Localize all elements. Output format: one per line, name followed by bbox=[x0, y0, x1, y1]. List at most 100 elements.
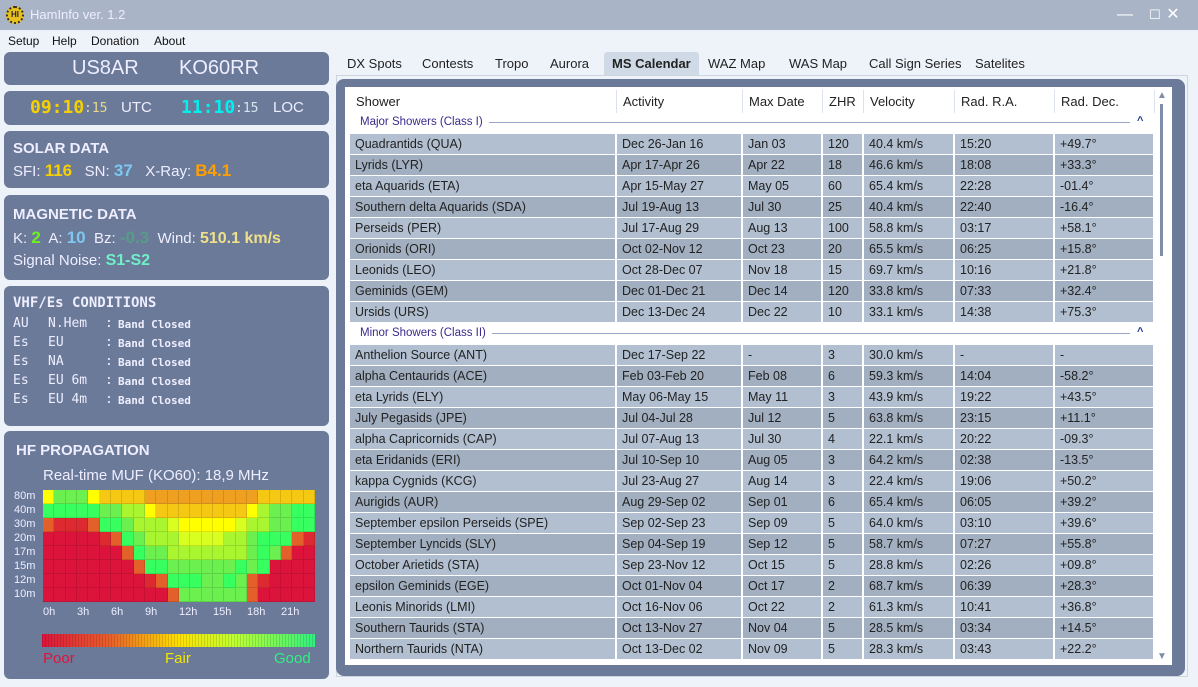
table-cell-max-date[interactable]: Dec 22 bbox=[743, 302, 821, 322]
table-cell-max-date[interactable]: Aug 14 bbox=[743, 471, 821, 491]
table-cell-velocity[interactable]: 28.5 km/s bbox=[864, 618, 953, 638]
table-cell-velocity[interactable]: 40.4 km/s bbox=[864, 134, 953, 154]
table-cell-activity[interactable]: Dec 01-Dec 21 bbox=[617, 281, 741, 301]
table-cell-rad-dec[interactable]: +14.5° bbox=[1055, 618, 1153, 638]
table-cell-velocity[interactable]: 40.4 km/s bbox=[864, 197, 953, 217]
table-cell-max-date[interactable]: Nov 04 bbox=[743, 618, 821, 638]
tab-waz-map[interactable]: WAZ Map bbox=[700, 52, 773, 75]
table-cell-activity[interactable]: Sep 04-Sep 19 bbox=[617, 534, 741, 554]
table-cell-rad-ra[interactable]: 20:22 bbox=[955, 429, 1053, 449]
table-cell-rad-ra[interactable]: 03:43 bbox=[955, 639, 1053, 659]
table-cell-rad-ra[interactable]: 03:34 bbox=[955, 618, 1053, 638]
column-header-2[interactable]: Max Date bbox=[743, 90, 823, 113]
table-cell-zhr[interactable]: 100 bbox=[823, 218, 862, 238]
table-cell-shower[interactable]: Southern Taurids (STA) bbox=[350, 618, 615, 638]
table-cell-shower[interactable]: alpha Centaurids (ACE) bbox=[350, 366, 615, 386]
table-cell-velocity[interactable]: 43.9 km/s bbox=[864, 387, 953, 407]
table-cell-rad-dec[interactable]: +11.1° bbox=[1055, 408, 1153, 428]
table-cell-rad-dec[interactable]: +39.6° bbox=[1055, 513, 1153, 533]
table-cell-shower[interactable]: Geminids (GEM) bbox=[350, 281, 615, 301]
table-cell-shower[interactable]: Anthelion Source (ANT) bbox=[350, 345, 615, 365]
table-cell-rad-ra[interactable]: 06:39 bbox=[955, 576, 1053, 596]
table-cell-rad-ra[interactable]: 03:17 bbox=[955, 218, 1053, 238]
table-cell-shower[interactable]: epsilon Geminids (EGE) bbox=[350, 576, 615, 596]
column-header-0[interactable]: Shower bbox=[350, 90, 617, 113]
table-cell-rad-ra[interactable]: 14:38 bbox=[955, 302, 1053, 322]
table-cell-zhr[interactable]: 4 bbox=[823, 429, 862, 449]
table-cell-zhr[interactable]: 18 bbox=[823, 155, 862, 175]
table-cell-rad-dec[interactable]: +75.3° bbox=[1055, 302, 1153, 322]
table-cell-shower[interactable]: Perseids (PER) bbox=[350, 218, 615, 238]
table-cell-rad-ra[interactable]: 02:38 bbox=[955, 450, 1053, 470]
table-cell-zhr[interactable]: 120 bbox=[823, 134, 862, 154]
table-cell-velocity[interactable]: 28.3 km/s bbox=[864, 639, 953, 659]
table-cell-activity[interactable]: Jul 17-Aug 29 bbox=[617, 218, 741, 238]
table-cell-activity[interactable]: Jul 23-Aug 27 bbox=[617, 471, 741, 491]
table-cell-activity[interactable]: Apr 17-Apr 26 bbox=[617, 155, 741, 175]
table-cell-rad-ra[interactable]: 22:40 bbox=[955, 197, 1053, 217]
table-cell-velocity[interactable]: 58.8 km/s bbox=[864, 218, 953, 238]
table-cell-max-date[interactable]: Aug 13 bbox=[743, 218, 821, 238]
table-cell-rad-dec[interactable]: -09.3° bbox=[1055, 429, 1153, 449]
table-cell-velocity[interactable]: 65.5 km/s bbox=[864, 239, 953, 259]
table-cell-rad-ra[interactable]: 22:28 bbox=[955, 176, 1053, 196]
table-cell-rad-dec[interactable]: -01.4° bbox=[1055, 176, 1153, 196]
table-cell-shower[interactable]: September epsilon Perseids (SPE) bbox=[350, 513, 615, 533]
table-cell-zhr[interactable]: 60 bbox=[823, 176, 862, 196]
table-cell-rad-dec[interactable]: +49.7° bbox=[1055, 134, 1153, 154]
tab-aurora[interactable]: Aurora bbox=[542, 52, 597, 75]
table-cell-max-date[interactable]: Dec 14 bbox=[743, 281, 821, 301]
table-cell-zhr[interactable]: 5 bbox=[823, 639, 862, 659]
tab-tropo[interactable]: Tropo bbox=[487, 52, 536, 75]
scrollbar-thumb[interactable] bbox=[1160, 104, 1163, 256]
table-cell-activity[interactable]: Oct 16-Nov 06 bbox=[617, 597, 741, 617]
table-cell-velocity[interactable]: 22.4 km/s bbox=[864, 471, 953, 491]
table-cell-zhr[interactable]: 15 bbox=[823, 260, 862, 280]
table-cell-zhr[interactable]: 25 bbox=[823, 197, 862, 217]
table-cell-rad-ra[interactable]: - bbox=[955, 345, 1053, 365]
table-cell-max-date[interactable]: May 05 bbox=[743, 176, 821, 196]
table-cell-rad-dec[interactable]: -58.2° bbox=[1055, 366, 1153, 386]
table-cell-rad-ra[interactable]: 15:20 bbox=[955, 134, 1053, 154]
table-cell-max-date[interactable]: May 11 bbox=[743, 387, 821, 407]
table-cell-zhr[interactable]: 5 bbox=[823, 555, 862, 575]
table-cell-rad-dec[interactable]: -13.5° bbox=[1055, 450, 1153, 470]
table-cell-shower[interactable]: Leonis Minorids (LMI) bbox=[350, 597, 615, 617]
table-cell-rad-dec[interactable]: - bbox=[1055, 345, 1153, 365]
scroll-up-icon[interactable]: ▲ bbox=[1157, 90, 1167, 101]
table-cell-activity[interactable]: Aug 29-Sep 02 bbox=[617, 492, 741, 512]
table-cell-activity[interactable]: Dec 17-Sep 22 bbox=[617, 345, 741, 365]
column-header-4[interactable]: Velocity bbox=[864, 90, 955, 113]
table-cell-max-date[interactable]: Nov 18 bbox=[743, 260, 821, 280]
table-cell-rad-ra[interactable]: 19:06 bbox=[955, 471, 1053, 491]
table-cell-zhr[interactable]: 5 bbox=[823, 513, 862, 533]
table-cell-rad-ra[interactable]: 02:26 bbox=[955, 555, 1053, 575]
collapse-group-icon[interactable]: ^ bbox=[1137, 326, 1143, 338]
column-header-5[interactable]: Rad. R.A. bbox=[955, 90, 1055, 113]
table-cell-velocity[interactable]: 68.7 km/s bbox=[864, 576, 953, 596]
table-cell-shower[interactable]: Lyrids (LYR) bbox=[350, 155, 615, 175]
table-cell-activity[interactable]: Jul 10-Sep 10 bbox=[617, 450, 741, 470]
table-cell-activity[interactable]: Apr 15-May 27 bbox=[617, 176, 741, 196]
column-header-6[interactable]: Rad. Dec. bbox=[1055, 90, 1155, 113]
table-cell-rad-dec[interactable]: +50.2° bbox=[1055, 471, 1153, 491]
table-cell-activity[interactable]: Oct 13-Nov 27 bbox=[617, 618, 741, 638]
table-cell-rad-dec[interactable]: +32.4° bbox=[1055, 281, 1153, 301]
table-cell-rad-ra[interactable]: 18:08 bbox=[955, 155, 1053, 175]
table-cell-velocity[interactable]: 61.3 km/s bbox=[864, 597, 953, 617]
tab-was-map[interactable]: WAS Map bbox=[781, 52, 855, 75]
table-cell-velocity[interactable]: 33.1 km/s bbox=[864, 302, 953, 322]
table-cell-rad-ra[interactable]: 10:16 bbox=[955, 260, 1053, 280]
table-cell-activity[interactable]: Dec 26-Jan 16 bbox=[617, 134, 741, 154]
table-cell-velocity[interactable]: 59.3 km/s bbox=[864, 366, 953, 386]
table-cell-velocity[interactable]: 58.7 km/s bbox=[864, 534, 953, 554]
menu-about[interactable]: About bbox=[154, 34, 185, 48]
table-cell-max-date[interactable]: Sep 09 bbox=[743, 513, 821, 533]
table-cell-max-date[interactable]: Oct 23 bbox=[743, 239, 821, 259]
table-cell-max-date[interactable]: Feb 08 bbox=[743, 366, 821, 386]
table-cell-activity[interactable]: Oct 28-Dec 07 bbox=[617, 260, 741, 280]
table-cell-velocity[interactable]: 64.0 km/s bbox=[864, 513, 953, 533]
table-cell-activity[interactable]: Feb 03-Feb 20 bbox=[617, 366, 741, 386]
table-cell-max-date[interactable]: Apr 22 bbox=[743, 155, 821, 175]
tab-ms-calendar[interactable]: MS Calendar bbox=[604, 52, 699, 75]
